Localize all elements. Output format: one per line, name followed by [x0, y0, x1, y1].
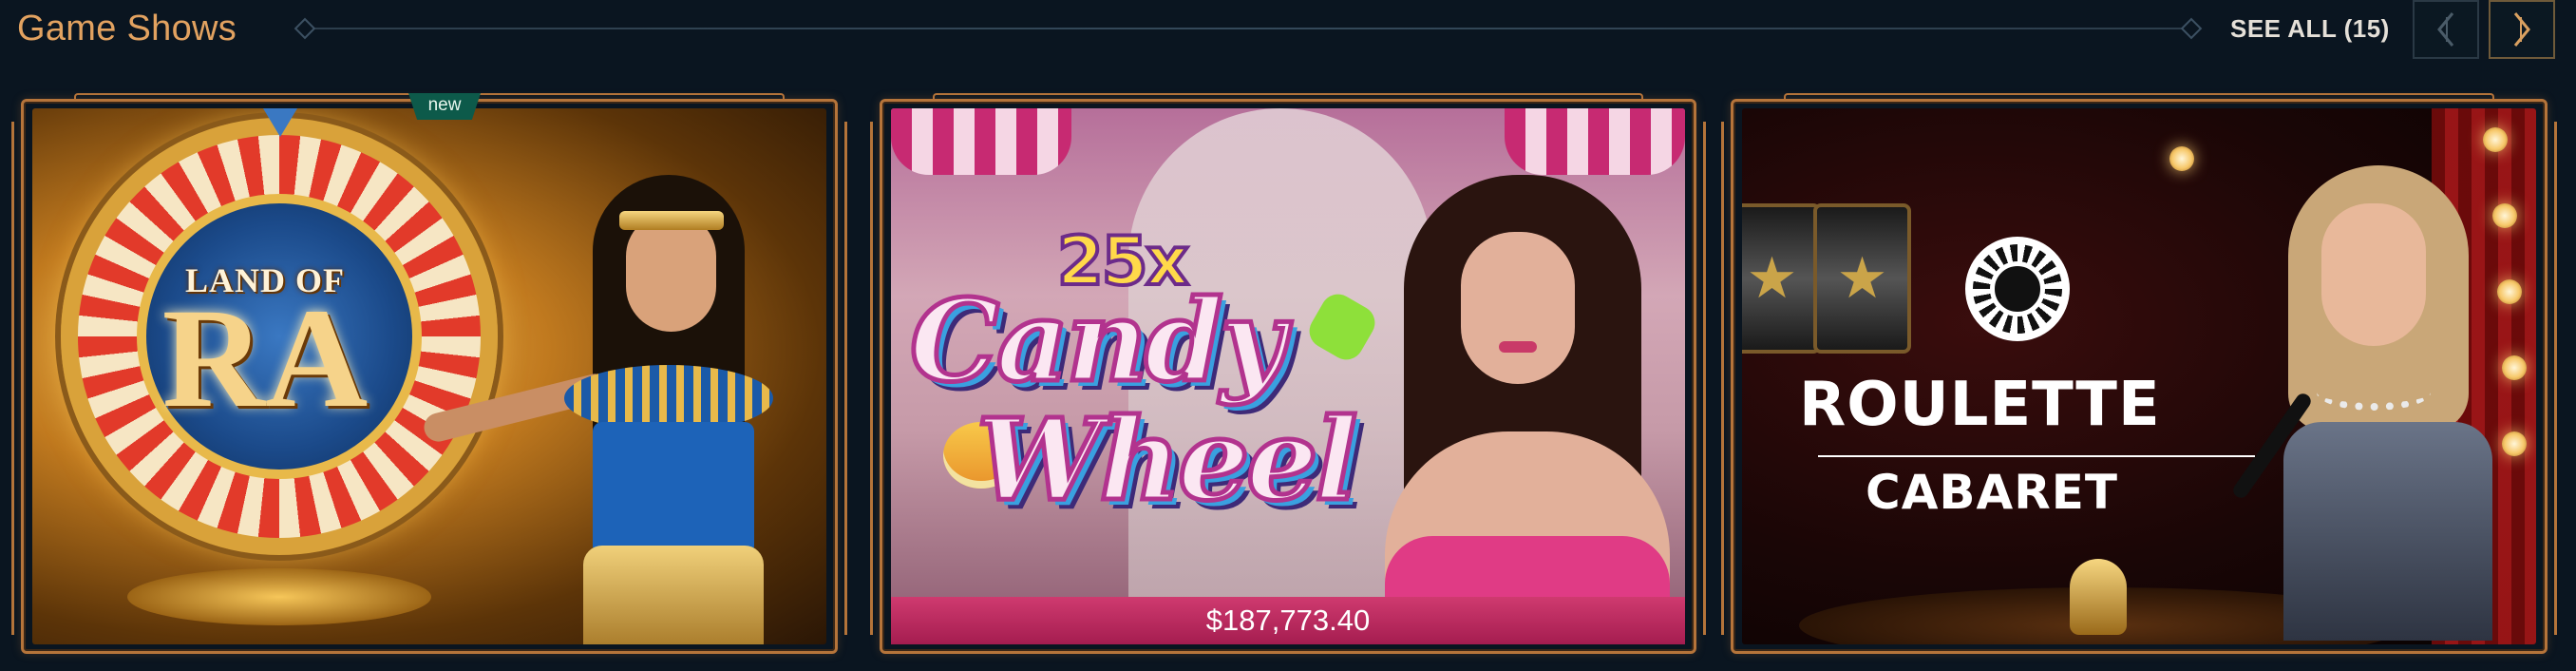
game-card-land-of-ra[interactable]: LAND OF RA new	[11, 93, 847, 654]
card-side-accent	[844, 122, 847, 635]
slot-reel: ★	[1742, 203, 1821, 354]
host-figure	[421, 156, 811, 644]
game-logo-line2: Wheel	[974, 392, 1359, 528]
card-side-accent	[1703, 122, 1706, 635]
new-badge: new	[408, 93, 481, 120]
section-header: Game Shows SEE ALL (15)	[0, 0, 2576, 59]
game-logo-line1: ROULETTE	[1799, 370, 2161, 440]
jackpot-amount: $187,773.40	[891, 597, 1685, 644]
see-all-link[interactable]: SEE ALL (15)	[2230, 11, 2390, 46]
logo-divider	[1818, 455, 2255, 457]
game-logo-line2: CABARET	[1866, 465, 2118, 520]
carousel-prev-button[interactable]	[2413, 0, 2479, 59]
slot-reel: ★	[1813, 203, 1911, 354]
game-card-roulette-cabaret[interactable]: ★ ★ ROULETTE CABARET	[1721, 93, 2557, 654]
chevron-left-icon	[2437, 12, 2454, 47]
game-thumbnail: LAND OF RA	[32, 108, 826, 644]
new-badge-label: new	[427, 95, 462, 115]
header-divider	[302, 28, 2192, 29]
host-figure	[1366, 165, 1685, 612]
game-card-candy-wheel[interactable]: 25x Candy Wheel $187,773.40	[870, 93, 1706, 654]
chevron-right-icon	[2513, 12, 2530, 47]
card-side-accent	[2554, 122, 2557, 635]
light-bulb-icon	[2169, 146, 2194, 171]
wheel-pointer-icon	[263, 108, 297, 137]
host-figure	[2230, 146, 2536, 641]
divider-diamond-left	[294, 17, 316, 40]
roulette-wheel-icon	[1965, 237, 2070, 341]
carousel-next-button[interactable]	[2489, 0, 2555, 59]
card-side-accent	[870, 122, 873, 635]
trophy-icon	[2070, 559, 2127, 635]
divider-diamond-right	[2180, 17, 2203, 40]
game-logo-line1: Candy	[907, 273, 1287, 410]
wheel-stand	[127, 568, 431, 625]
card-side-accent	[11, 122, 14, 635]
shop-awning	[891, 108, 1071, 175]
game-logo-main: RA	[161, 279, 369, 437]
game-thumbnail: ★ ★ ROULETTE CABARET	[1742, 108, 2536, 644]
game-thumbnail: 25x Candy Wheel	[891, 108, 1685, 644]
card-side-accent	[1721, 122, 1724, 635]
section-title: Game Shows	[17, 9, 237, 48]
